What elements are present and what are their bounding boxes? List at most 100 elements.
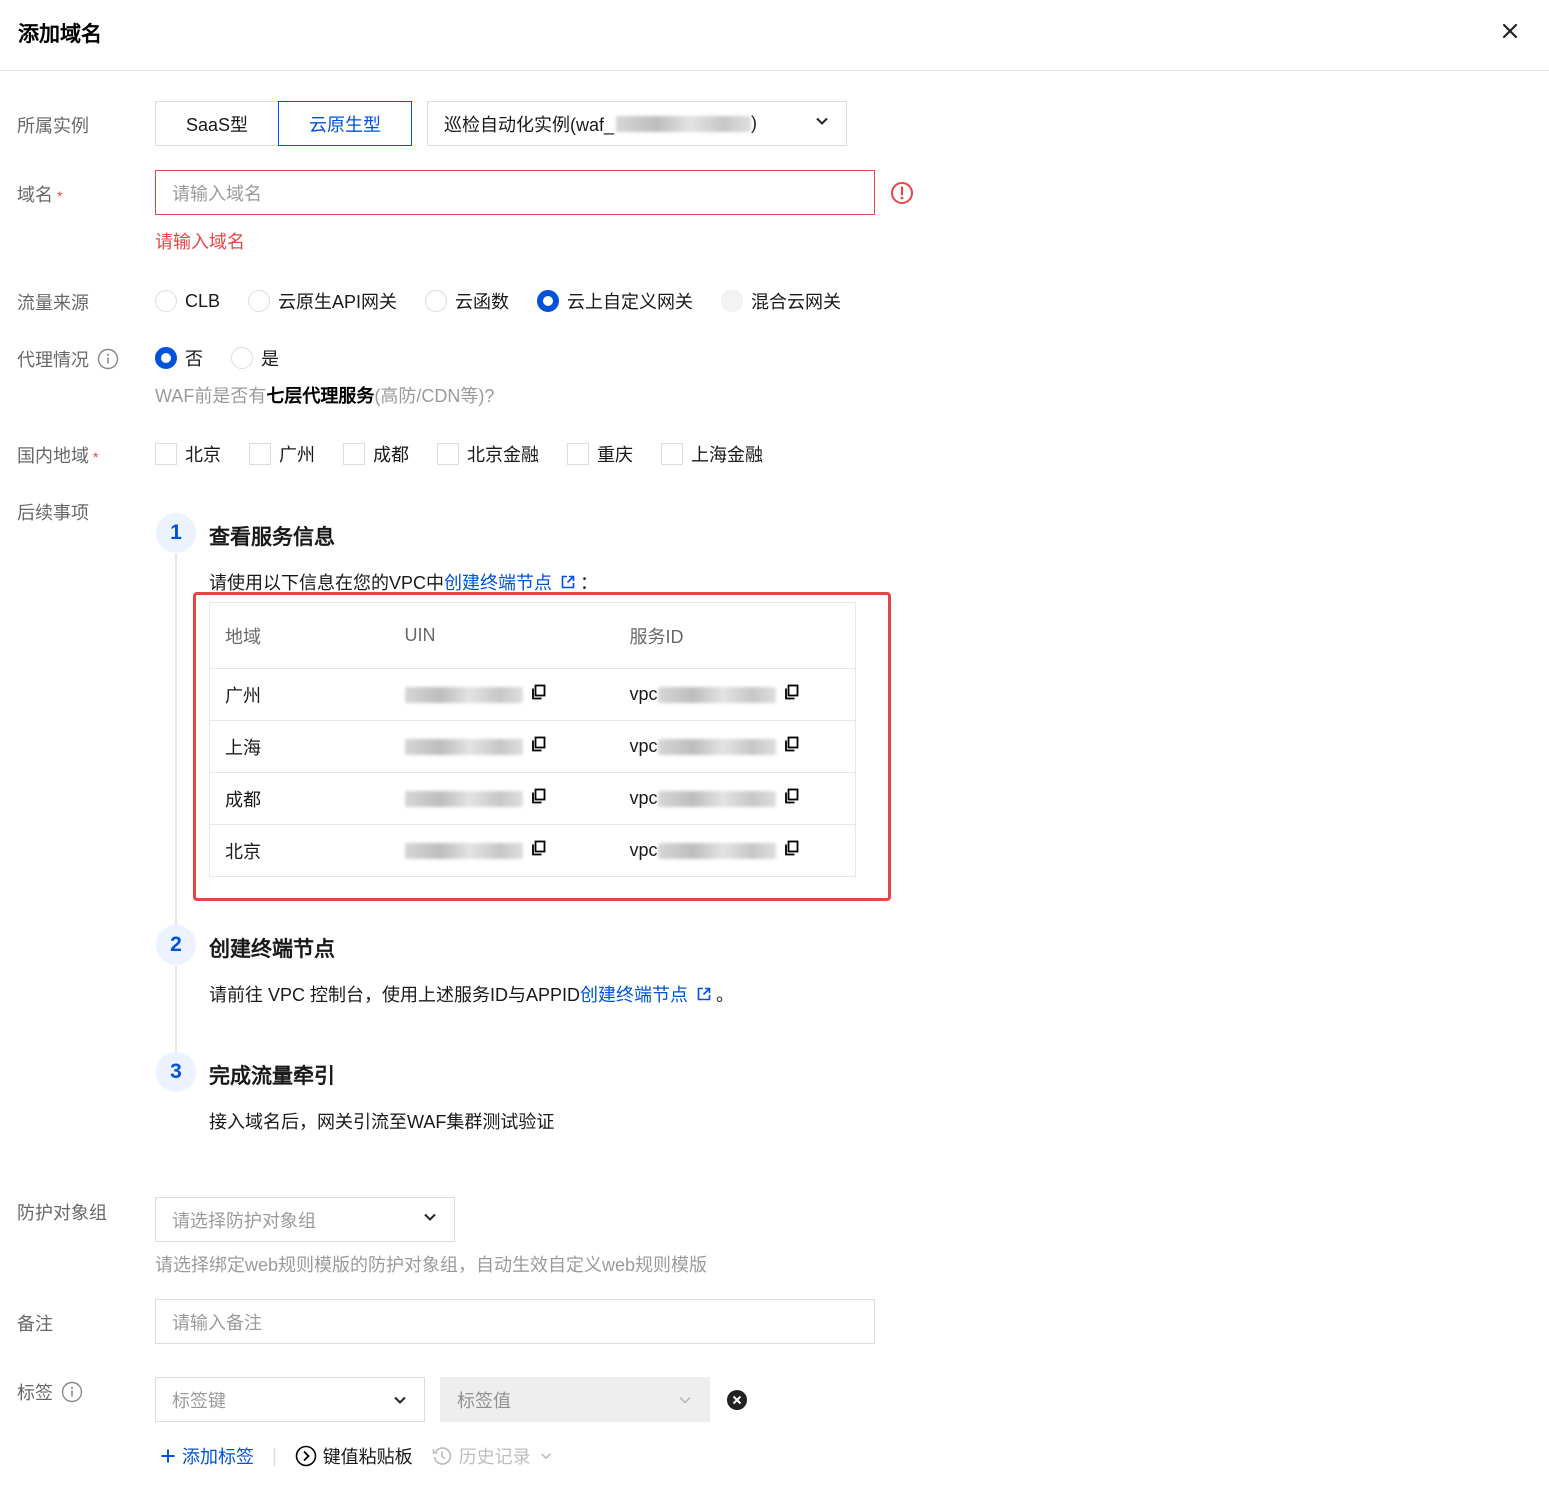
instance-select[interactable]: 巡检自动化实例(waf_ ) [427,101,847,146]
followup-label: 后续事项 [17,503,89,523]
chevron-down-icon [392,1392,408,1408]
step-text-prefix: 请前往 VPC 控制台，使用上述服务ID与APPID [209,985,581,1005]
checkbox-box [567,443,589,465]
region-checkbox-chengdu[interactable]: 成都 [343,441,409,467]
copy-icon[interactable] [784,840,800,861]
step-title: 查看服务信息 [209,526,335,549]
create-endpoint-link[interactable]: 创建终端节点 [580,981,688,1007]
table-row: 上海 vpc [209,720,856,773]
region-cell: 上海 [209,720,390,773]
proxy-option-no[interactable]: 否 [155,345,203,371]
column-header: 服务ID [614,602,856,669]
proxy-option-yes[interactable]: 是 [231,345,279,371]
add-tag-label: 添加标签 [182,1447,254,1467]
service-id-cell: vpc [614,668,856,721]
step-connector [175,966,177,1052]
column-header: 地域 [209,602,390,669]
region-label: 重庆 [597,445,633,465]
region-cell: 北京 [209,824,390,877]
info-icon[interactable] [61,1381,83,1403]
info-icon[interactable] [97,348,119,370]
domain-label: 域名 * [17,181,62,207]
traffic-option-api-gateway[interactable]: 云原生API网关 [248,288,397,314]
domain-input-placeholder: 请输入域名 [172,183,262,204]
region-checkbox-guangzhou[interactable]: 广州 [249,441,315,467]
instance-label: 所属实例 [17,116,89,136]
external-link-icon[interactable] [560,574,576,590]
radio-circle [155,290,177,312]
region-checkbox-shanghai-finance[interactable]: 上海金融 [661,441,763,467]
tag-key-placeholder: 标签键 [172,1390,226,1411]
step-title: 创建终端节点 [209,938,335,961]
history-icon [431,1445,453,1467]
error-icon [890,181,914,210]
region-checkbox-beijing-finance[interactable]: 北京金融 [437,441,539,467]
protect-group-select[interactable]: 请选择防护对象组 [155,1197,455,1242]
step-description: 接入域名后，网关引流至WAF集群测试验证 [209,1112,555,1132]
proxy-hint-prefix: WAF前是否有 [155,386,267,406]
step-text-suffix: 。 [716,985,735,1005]
redacted-service-id [657,738,776,755]
traffic-option-label: 混合云网关 [751,292,842,312]
traffic-option-cloud-function[interactable]: 云函数 [425,288,509,314]
service-info-table: 地域 UIN 服务ID 广州 vpc 上海 vpc 成都 vpc 北京 vpc [209,602,856,877]
separator: | [272,1445,277,1466]
step-number: 2 [156,925,196,965]
copy-icon[interactable] [784,788,800,809]
traffic-option-label: CLB [185,290,221,311]
traffic-option-custom-gateway[interactable]: 云上自定义网关 [537,288,693,314]
domain-input[interactable]: 请输入域名 [155,170,875,215]
proxy-label: 代理情况 [17,346,119,372]
traffic-option-hybrid-gateway[interactable]: 混合云网关 [721,288,841,314]
copy-icon[interactable] [784,736,800,757]
copy-icon[interactable] [531,736,547,757]
copy-icon[interactable] [531,684,547,705]
add-tag-button[interactable]: 添加标签 [160,1443,254,1469]
instance-select-close-paren: ) [751,113,758,133]
checkbox-box [249,443,271,465]
checkbox-box [343,443,365,465]
required-mark: * [57,188,63,204]
redacted-service-id [657,842,776,859]
regions-label-text: 国内地域 [17,446,89,466]
redacted-uin [404,842,523,859]
tag-key-select[interactable]: 标签键 [155,1377,425,1422]
paste-board-button[interactable]: 键值粘贴板 [295,1443,413,1469]
instance-type-saas[interactable]: SaaS型 [155,101,278,146]
step-title: 完成流量牵引 [209,1065,335,1088]
dialog-title: 添加域名 [18,23,102,46]
remark-input[interactable]: 请输入备注 [155,1299,875,1344]
instance-type-cloud-native[interactable]: 云原生型 [278,101,412,146]
history-button: 历史记录 [431,1443,553,1469]
service-id-cell: vpc [614,772,856,825]
service-id-cell: vpc [614,824,856,877]
paste-board-label: 键值粘贴板 [322,1447,413,1467]
external-link-icon[interactable] [696,986,712,1002]
close-icon[interactable] [1497,18,1523,44]
checkbox-box [437,443,459,465]
plus-icon [160,1448,176,1464]
redacted-service-id [657,790,776,807]
domain-label-text: 域名 [17,185,53,205]
traffic-option-label: 云上自定义网关 [567,292,694,312]
proxy-radio-group: 否 是 [155,345,307,371]
copy-icon[interactable] [784,684,800,705]
tags-label-text: 标签 [17,1383,53,1403]
header-divider [0,70,1549,71]
region-label: 北京 [185,445,221,465]
copy-icon[interactable] [531,788,547,809]
service-id-prefix: vpc [629,787,658,808]
proxy-option-label: 否 [185,349,203,369]
region-checkbox-chongqing[interactable]: 重庆 [567,441,633,467]
radio-circle [425,290,448,312]
instance-type-segmented: SaaS型 云原生型 [155,101,412,146]
traffic-option-clb[interactable]: CLB [155,290,220,312]
remove-tag-icon[interactable] [726,1389,748,1416]
radio-circle-checked [537,290,560,312]
uin-cell [389,720,615,773]
proxy-hint: WAF前是否有七层代理服务(高防/CDN等)? [155,382,494,408]
copy-icon[interactable] [531,840,547,861]
region-checkbox-beijing[interactable]: 北京 [155,441,221,467]
instance-select-value: 巡检自动化实例(waf_ [444,114,615,135]
region-label: 上海金融 [691,445,763,465]
